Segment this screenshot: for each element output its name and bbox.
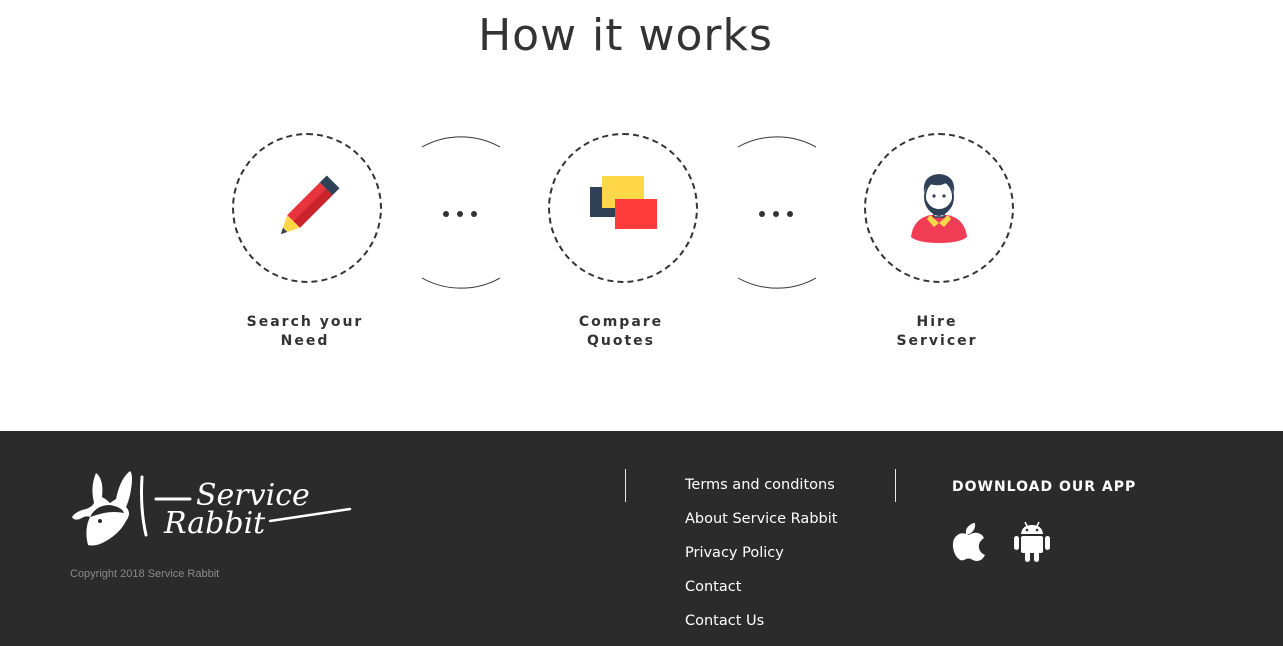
footer-link-item: About Service Rabbit xyxy=(685,508,837,542)
logo-wordmark-line2: Rabbit xyxy=(163,506,266,541)
step-label-hire: Hire Servicer xyxy=(852,313,1022,351)
ellipsis-icon xyxy=(443,211,477,217)
footer-link-item: Terms and conditons xyxy=(685,474,837,508)
copyright-text: Copyright 2018 Service Rabbit xyxy=(70,568,220,580)
step-label-line: Quotes xyxy=(586,333,655,349)
step-label-line: Compare xyxy=(578,314,664,330)
step-compare xyxy=(548,133,698,283)
step-label-line: Search your xyxy=(246,314,364,330)
apple-icon[interactable] xyxy=(952,521,986,565)
footer-link-item: Privacy Policy xyxy=(685,542,837,576)
footer-link-item: Contact xyxy=(685,576,837,610)
android-icon[interactable] xyxy=(1014,521,1050,567)
step-search xyxy=(232,133,382,283)
about-link[interactable]: About Service Rabbit xyxy=(685,511,837,527)
service-rabbit-logo[interactable]: Service Rabbit xyxy=(70,469,352,549)
site-footer: Service Rabbit Copyright 2018 Service Ra… xyxy=(0,431,1283,646)
step-label-line: Need xyxy=(280,333,330,349)
step-label-search: Search your Need xyxy=(220,313,390,351)
pencil-icon xyxy=(280,175,340,235)
step-connector xyxy=(420,133,500,295)
footer-link-item: Contact Us xyxy=(685,610,837,644)
step-label-compare: Compare Quotes xyxy=(536,313,706,351)
footer-divider xyxy=(895,469,896,502)
servicer-avatar-icon xyxy=(911,174,967,243)
compare-quotes-icon xyxy=(590,176,657,229)
step-label-line: Servicer xyxy=(896,333,978,349)
how-it-works-section: How it works Search your Need Compare Qu… xyxy=(0,0,1283,431)
footer-links: Terms and conditons About Service Rabbit… xyxy=(685,474,837,644)
terms-link[interactable]: Terms and conditons xyxy=(685,477,835,493)
step-hire xyxy=(864,133,1014,283)
footer-divider xyxy=(625,469,626,502)
contact-us-link[interactable]: Contact Us xyxy=(685,613,764,629)
step-connector xyxy=(736,133,816,295)
contact-link[interactable]: Contact xyxy=(685,579,741,595)
download-app-title: DOWNLOAD OUR APP xyxy=(952,479,1137,495)
section-title: How it works xyxy=(478,10,773,61)
step-label-line: Hire xyxy=(916,314,958,330)
ellipsis-icon xyxy=(759,211,793,217)
privacy-link[interactable]: Privacy Policy xyxy=(685,545,784,561)
